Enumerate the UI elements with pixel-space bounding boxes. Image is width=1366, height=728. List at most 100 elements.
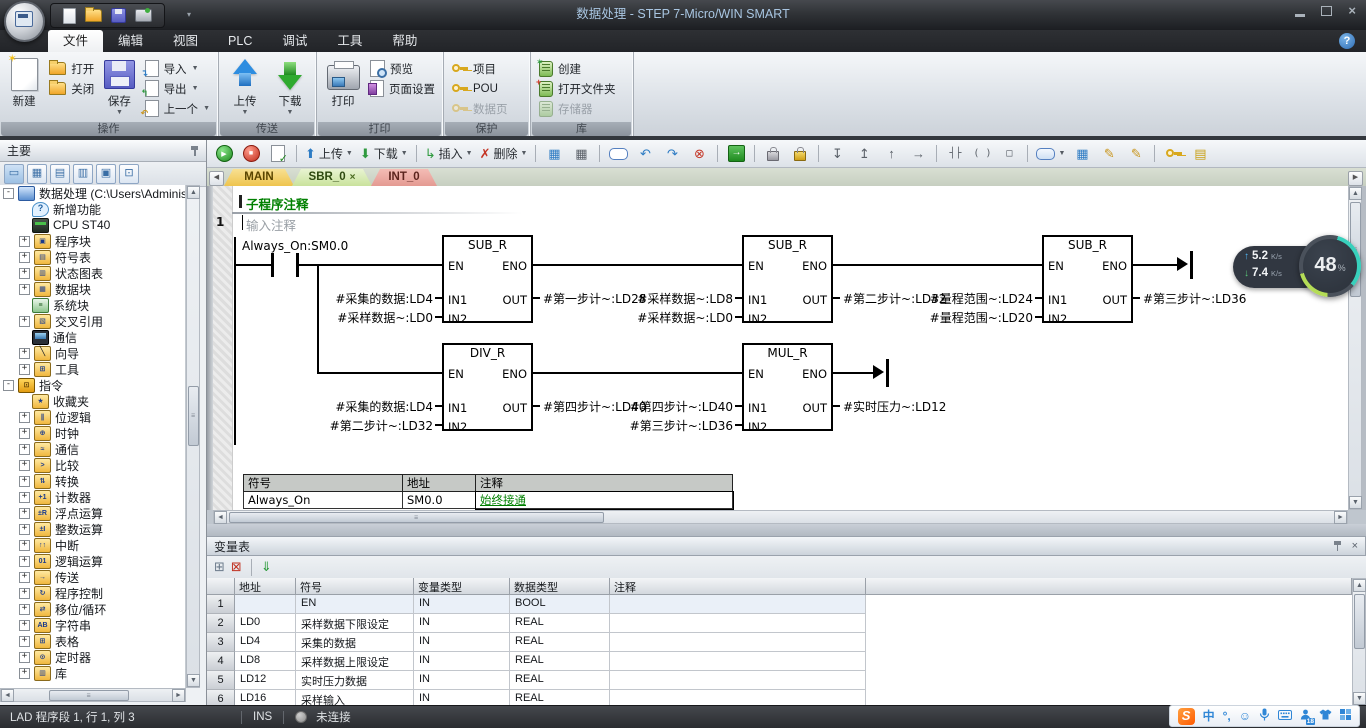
table-cell[interactable]: REAL [510, 671, 610, 690]
notes-button[interactable]: ▤ [1188, 143, 1212, 165]
delete-row-icon[interactable]: ⊠ [231, 560, 242, 574]
scroll-thumb[interactable]: ≡ [49, 690, 129, 701]
address-column-header[interactable]: 地址 [235, 578, 296, 595]
table-cell[interactable] [610, 671, 866, 690]
expand-icon[interactable]: + [19, 540, 30, 551]
edit-addresses-button[interactable]: ✎ [1124, 143, 1148, 165]
save-project-icon[interactable] [111, 8, 126, 23]
table-cell[interactable]: IN [414, 690, 510, 706]
insert-row-icon[interactable]: ⊞ [214, 560, 225, 574]
table-cell[interactable]: IN [414, 614, 510, 633]
ime-emoji-icon[interactable]: ☺ [1239, 709, 1251, 723]
line-up-button[interactable]: ↑ [879, 143, 903, 165]
page-setup-button[interactable]: 页面设置 [367, 79, 438, 98]
row-number[interactable]: 1 [207, 595, 235, 614]
table-cell[interactable]: 采集的数据 [296, 633, 414, 652]
tree-item[interactable]: ++1计数器 [0, 489, 185, 505]
symbol-cell[interactable]: Always_On [244, 492, 403, 509]
expand-icon[interactable]: + [19, 444, 30, 455]
table-cell[interactable]: REAL [510, 690, 610, 706]
scroll-up-icon[interactable]: ▲ [187, 186, 200, 199]
view-symbol-table-icon[interactable]: ▦ [27, 164, 47, 184]
close-panel-icon[interactable]: × [1352, 540, 1358, 552]
expand-icon[interactable]: + [19, 508, 30, 519]
tab-int0[interactable]: INT_0 [371, 169, 437, 186]
tree-item[interactable]: -数据处理 (C:\Users\Administ [0, 185, 185, 201]
operand-label[interactable]: #第三步计~:LD36 [1143, 290, 1246, 307]
export-button[interactable]: ↰导出▼ [142, 79, 213, 98]
addressing-button[interactable]: ▼ [1034, 143, 1067, 165]
expand-icon[interactable]: + [19, 588, 30, 599]
import-button[interactable]: ↴导入▼ [142, 59, 213, 78]
table-cell[interactable]: EN [296, 595, 414, 614]
previous-button[interactable]: ↶上一个▼ [142, 99, 213, 118]
tab-scroll-left-icon[interactable]: ◀ [209, 171, 224, 186]
row-number[interactable]: 6 [207, 690, 235, 706]
data-type-column-header[interactable]: 数据类型 [510, 578, 610, 595]
tree-item[interactable]: +⊙定时器 [0, 649, 185, 665]
operand-label[interactable]: #量程范围~:LD20 [861, 309, 1033, 326]
open-button[interactable]: 打开 [46, 59, 97, 78]
run-button[interactable]: ▶ [212, 143, 236, 165]
tree-item[interactable]: +⊞表格 [0, 633, 185, 649]
scroll-thumb[interactable]: ≡ [229, 512, 604, 523]
operand-label[interactable]: #第二步计~:LD32 [261, 417, 433, 434]
ladder-canvas[interactable]: 子程序注释 1 输入注释 Always_On:SM0.0 符号 地址 注释 Al… [213, 186, 1348, 510]
expand-icon[interactable]: + [19, 412, 30, 423]
tree-item[interactable]: +▦数据块 [0, 281, 185, 297]
tree-item[interactable]: +>比较 [0, 457, 185, 473]
menu-tab-plc[interactable]: PLC [213, 30, 267, 52]
expand-icon[interactable]: + [19, 252, 30, 263]
minimize-button[interactable] [1295, 14, 1305, 17]
table-cell[interactable] [235, 595, 296, 614]
operand-label[interactable]: #采样数据~:LD0 [261, 309, 433, 326]
scroll-up-icon[interactable]: ▲ [1353, 579, 1366, 592]
tree-item[interactable]: +≈通信 [0, 441, 185, 457]
tree-item[interactable]: +AB字符串 [0, 617, 185, 633]
tree-item[interactable]: +⇅转换 [0, 473, 185, 489]
edit-symbols-button[interactable]: ✎ [1097, 143, 1121, 165]
download-button[interactable]: 下载 ▼ [269, 56, 311, 118]
expand-icon[interactable]: + [19, 524, 30, 535]
tab-scroll-right-icon[interactable]: ▶ [1348, 171, 1363, 186]
table-cell[interactable]: REAL [510, 614, 610, 633]
branch-down-button[interactable]: ↧ [825, 143, 849, 165]
tree-horizontal-scrollbar[interactable]: ◄ ≡ ► [0, 688, 186, 702]
upload-button[interactable]: 上传 ▼ [224, 56, 266, 118]
scroll-down-icon[interactable]: ▼ [187, 674, 200, 687]
expand-icon[interactable]: + [19, 460, 30, 471]
tree-item[interactable]: +▣程序块 [0, 233, 185, 249]
preview-button[interactable]: 预览 [367, 59, 438, 78]
table-cell[interactable]: REAL [510, 652, 610, 671]
tree-item[interactable]: +∥位逻辑 [0, 409, 185, 425]
app-menu-button[interactable] [4, 1, 45, 42]
panel-splitter[interactable] [207, 524, 1366, 536]
upload-toolbar-button[interactable]: ⬆上传▼ [303, 143, 355, 165]
expand-icon[interactable]: + [19, 556, 30, 567]
tree-item[interactable]: +╲向导 [0, 345, 185, 361]
ladder-block-div_r[interactable]: DIV_R ENENO IN1OUT IN2 [442, 343, 533, 431]
tree-item[interactable]: +▥状态图表 [0, 265, 185, 281]
scroll-right-icon[interactable]: ► [172, 689, 185, 702]
insert-coil-button[interactable]: ( ) [970, 143, 994, 165]
qat-customize-caret[interactable]: ▾ [187, 10, 191, 19]
print-button[interactable]: 打印 [322, 56, 364, 118]
line-right-button[interactable]: → [906, 143, 930, 165]
scroll-up-icon[interactable]: ▲ [1349, 187, 1362, 200]
tree-item[interactable]: +↑↑中断 [0, 537, 185, 553]
tree-item[interactable]: +⊕时钟 [0, 425, 185, 441]
expand-icon[interactable]: + [19, 268, 30, 279]
view-data-block-icon[interactable]: ▥ [73, 164, 93, 184]
expand-icon[interactable]: + [19, 604, 30, 615]
expand-icon[interactable]: + [19, 636, 30, 647]
ime-toolbox-icon[interactable] [1340, 709, 1351, 723]
unlock-button[interactable] [788, 143, 812, 165]
insert-box-button[interactable]: □ [997, 143, 1021, 165]
operand-label[interactable]: #采集的数据:LD4 [261, 290, 433, 307]
table-cell[interactable]: BOOL [510, 595, 610, 614]
menu-tab-file[interactable]: 文件 [48, 30, 103, 52]
comment-cell[interactable]: 始终接通 [476, 492, 733, 509]
operand-label[interactable]: #采样数据~:LD0 [561, 309, 733, 326]
library-create-button[interactable]: ✶创建 [536, 59, 619, 78]
import-values-icon[interactable]: ⇓ [261, 560, 272, 574]
